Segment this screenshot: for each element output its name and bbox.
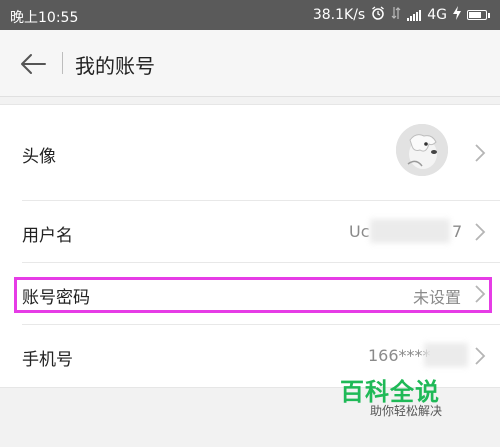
page-title: 我的账号 (75, 54, 155, 78)
phone-redaction (424, 343, 468, 367)
dog-avatar-image (396, 124, 448, 176)
status-time: 晚上10:55 (10, 10, 79, 26)
account-password-label: 账号密码 (22, 288, 90, 308)
username-value-end: 7 (452, 222, 463, 241)
phone-number-value: 166**** (368, 346, 431, 365)
app-header: 我的账号 (0, 30, 500, 97)
chevron-right-icon (475, 144, 486, 162)
status-bar: 晚上10:55 38.1K/s 4G (0, 0, 500, 30)
account-settings-list: 头像 用户名 Uc 7 账号密码 未设置 手机号 166**** (0, 104, 500, 388)
status-icons: 38.1K/s 4G (313, 6, 490, 24)
chevron-right-icon (475, 223, 486, 241)
network-type: 4G (427, 7, 447, 23)
chevron-right-icon (475, 347, 486, 365)
username-redaction (370, 219, 450, 243)
network-speed: 38.1K/s (312, 7, 366, 23)
data-transfer-icon (391, 6, 401, 24)
signal-icon (407, 9, 422, 21)
back-button[interactable] (18, 49, 48, 79)
watermark-subtitle: 助你轻松解决 (370, 404, 443, 418)
phone-number-label: 手机号 (22, 350, 73, 370)
charging-icon (453, 6, 461, 24)
header-divider (62, 52, 63, 74)
username-label: 用户名 (22, 226, 73, 246)
avatar (396, 124, 448, 176)
avatar-label: 头像 (22, 147, 56, 167)
username-row[interactable]: 用户名 Uc 7 (0, 201, 500, 263)
alarm-icon (371, 6, 385, 24)
battery-icon (467, 10, 490, 20)
avatar-row[interactable]: 头像 (0, 105, 500, 201)
chevron-right-icon (475, 285, 486, 303)
baike-watermark-logo: 百科全说 助你轻松解决 (336, 372, 466, 422)
username-value-start: Uc (349, 222, 370, 241)
password-status-value: 未设置 (413, 288, 462, 307)
arrow-left-icon (21, 54, 46, 74)
account-password-row[interactable]: 账号密码 未设置 (0, 263, 500, 325)
